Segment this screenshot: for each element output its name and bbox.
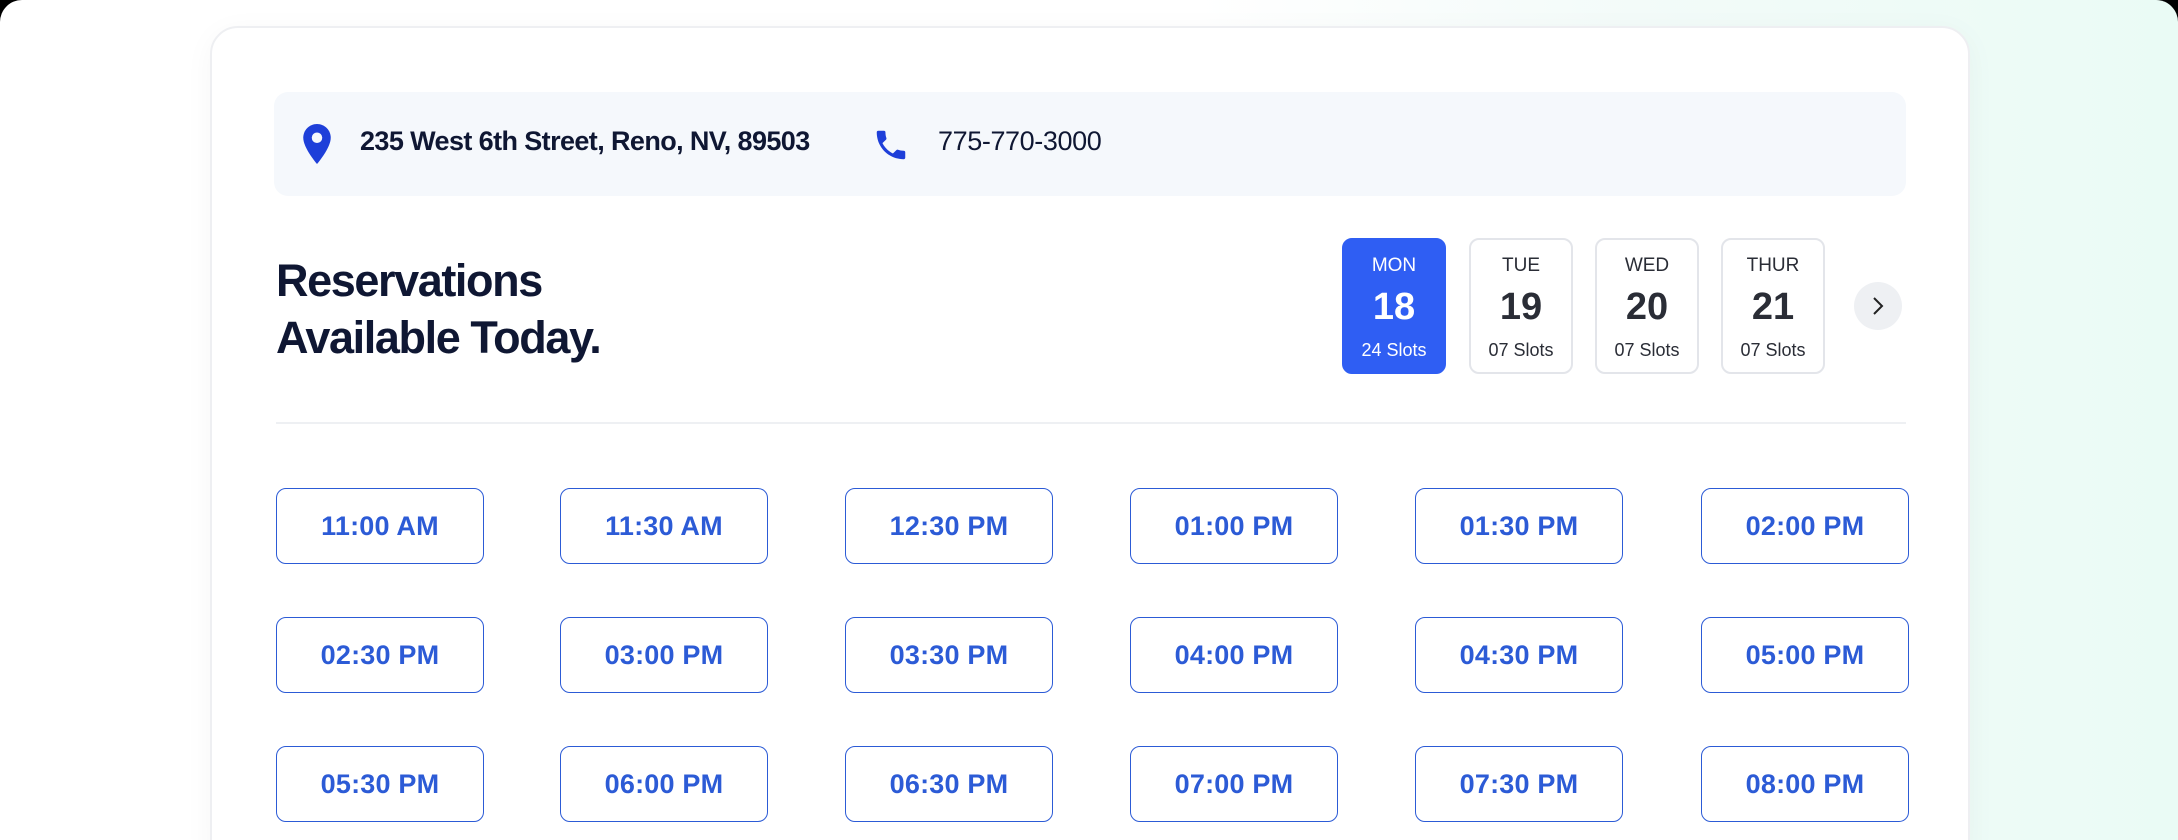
day-slots: 24 Slots	[1361, 340, 1427, 360]
day-slots: 07 Slots	[1488, 340, 1554, 360]
time-slot-button[interactable]: 04:30 PM	[1415, 617, 1623, 693]
time-slot-button[interactable]: 01:30 PM	[1415, 488, 1623, 564]
day-card-tue[interactable]: TUE 19 07 Slots	[1469, 238, 1573, 374]
map-pin-icon	[303, 124, 331, 164]
time-slot-button[interactable]: 07:00 PM	[1130, 746, 1338, 822]
day-number: 18	[1372, 286, 1416, 328]
divider	[276, 422, 1906, 424]
day-name: THUR	[1746, 255, 1800, 276]
title-line-2: Available Today.	[276, 312, 602, 363]
day-number: 21	[1751, 286, 1795, 328]
time-slot-button[interactable]: 02:00 PM	[1701, 488, 1909, 564]
day-card-mon[interactable]: MON 18 24 Slots	[1342, 238, 1446, 374]
day-number: 19	[1499, 286, 1543, 328]
reservation-card: 235 West 6th Street, Reno, NV, 89503 775…	[210, 26, 1970, 840]
chevron-right-icon	[1873, 297, 1884, 315]
time-slot-button[interactable]: 05:00 PM	[1701, 617, 1909, 693]
time-slot-button[interactable]: 03:00 PM	[560, 617, 768, 693]
address-text: 235 West 6th Street, Reno, NV, 89503	[360, 126, 810, 156]
day-name: MON	[1371, 255, 1417, 276]
title-line-1: Reservations	[276, 255, 543, 306]
time-slot-button[interactable]: 08:00 PM	[1701, 746, 1909, 822]
time-slot-button[interactable]: 04:00 PM	[1130, 617, 1338, 693]
next-days-button[interactable]	[1854, 282, 1902, 330]
page-background: 235 West 6th Street, Reno, NV, 89503 775…	[0, 0, 2178, 840]
time-slot-button[interactable]: 12:30 PM	[845, 488, 1053, 564]
time-slot-button[interactable]: 07:30 PM	[1415, 746, 1623, 822]
time-slot-button[interactable]: 05:30 PM	[276, 746, 484, 822]
time-slot-button[interactable]: 03:30 PM	[845, 617, 1053, 693]
day-name: TUE	[1502, 255, 1540, 276]
page-title: Reservations Available Today.	[276, 252, 602, 366]
time-slot-button[interactable]: 11:30 AM	[560, 488, 768, 564]
day-name: WED	[1624, 255, 1670, 276]
phone-icon	[876, 130, 906, 160]
time-slot-button[interactable]: 06:30 PM	[845, 746, 1053, 822]
day-slots: 07 Slots	[1614, 340, 1680, 360]
contact-bar: 235 West 6th Street, Reno, NV, 89503 775…	[274, 92, 1906, 196]
day-card-wed[interactable]: WED 20 07 Slots	[1595, 238, 1699, 374]
phone-number[interactable]: 775-770-3000	[938, 126, 1102, 157]
time-slot-button[interactable]: 06:00 PM	[560, 746, 768, 822]
day-slots: 07 Slots	[1740, 340, 1806, 360]
day-card-thur[interactable]: THUR 21 07 Slots	[1721, 238, 1825, 374]
time-slot-button[interactable]: 11:00 AM	[276, 488, 484, 564]
day-number: 20	[1625, 286, 1669, 328]
time-slot-button[interactable]: 02:30 PM	[276, 617, 484, 693]
time-slot-button[interactable]: 01:00 PM	[1130, 488, 1338, 564]
